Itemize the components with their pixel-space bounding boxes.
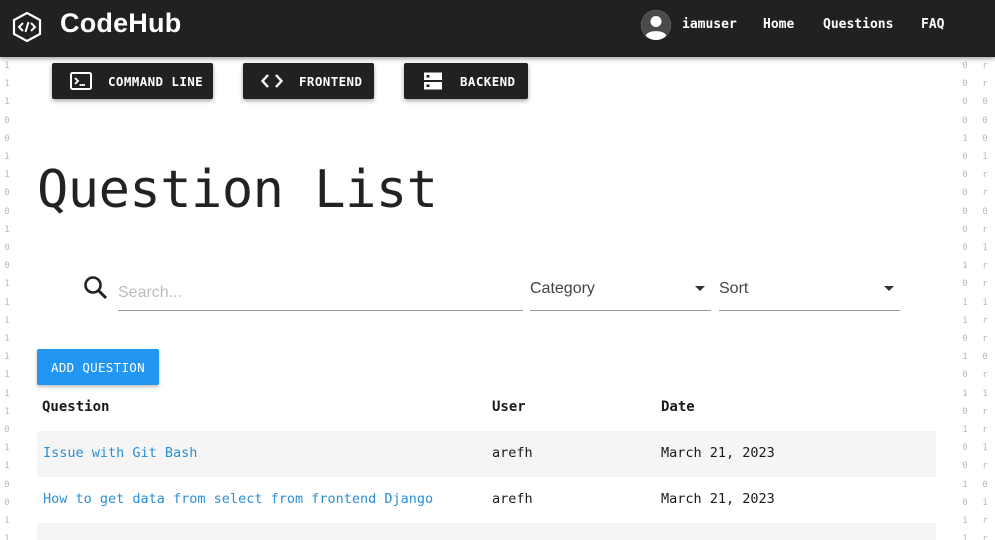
chevron-down-icon: [695, 286, 705, 291]
brand-name[interactable]: CodeHub: [60, 8, 181, 39]
question-link[interactable]: Issue with Git Bash: [43, 445, 197, 461]
terminal-icon: [70, 72, 92, 90]
column-header-question: Question: [42, 399, 110, 415]
server-icon: [422, 72, 444, 90]
category-select[interactable]: Category: [530, 275, 711, 311]
sort-select[interactable]: Sort: [719, 275, 900, 311]
question-date: March 21, 2023: [661, 491, 775, 507]
table-row: [37, 523, 936, 540]
user-avatar-icon: [641, 10, 671, 40]
question-user: arefh: [492, 491, 533, 507]
category-label: FRONTEND: [299, 73, 363, 89]
nav-faq[interactable]: FAQ: [921, 17, 944, 32]
search-icon: [84, 276, 108, 300]
binary-rain-decoration: r r 0 0 0 1 r r 0 r 1 r r 1 r r 0 r 1 r …: [982, 61, 988, 540]
category-select-label: Category: [530, 280, 595, 297]
category-backend-button[interactable]: BACKEND: [404, 63, 528, 99]
category-frontend-button[interactable]: FRONTEND: [243, 63, 374, 99]
sort-select-label: Sort: [719, 280, 749, 297]
column-header-user: User: [492, 399, 526, 415]
add-question-button[interactable]: ADD QUESTION: [37, 349, 159, 385]
avatar[interactable]: [641, 10, 671, 40]
nav-home[interactable]: Home: [763, 17, 794, 32]
category-command-line-button[interactable]: COMMAND LINE: [52, 63, 213, 99]
table-row: How to get data from select from fronten…: [37, 477, 936, 523]
code-icon: [261, 72, 283, 90]
binary-rain-decoration: 1 1 1 0 0 1 1 0 0 1 0 0 1 1 1 1 1 1 1 1 …: [4, 61, 10, 540]
category-label: BACKEND: [460, 73, 516, 89]
chevron-down-icon: [884, 286, 894, 291]
username-link[interactable]: iamuser: [682, 17, 737, 32]
nav-questions[interactable]: Questions: [823, 17, 893, 32]
table-row: Issue with Git Bash arefh March 21, 2023: [37, 431, 936, 477]
binary-rain-decoration: 0 0 0 0 1 0 0 0 0 0 0 1 0 1 1 0 1 0 1 0 …: [962, 61, 968, 540]
page-title: Question List: [37, 160, 438, 220]
column-header-date: Date: [661, 399, 695, 415]
search-input[interactable]: [118, 275, 523, 311]
top-navigation-bar: CodeHub iamuser Home Questions FAQ: [0, 0, 995, 57]
category-label: COMMAND LINE: [108, 73, 204, 89]
question-date: March 21, 2023: [661, 445, 775, 461]
code-brackets-icon[interactable]: [12, 11, 42, 43]
question-link[interactable]: How to get data from select from fronten…: [43, 491, 433, 507]
question-user: arefh: [492, 445, 533, 461]
